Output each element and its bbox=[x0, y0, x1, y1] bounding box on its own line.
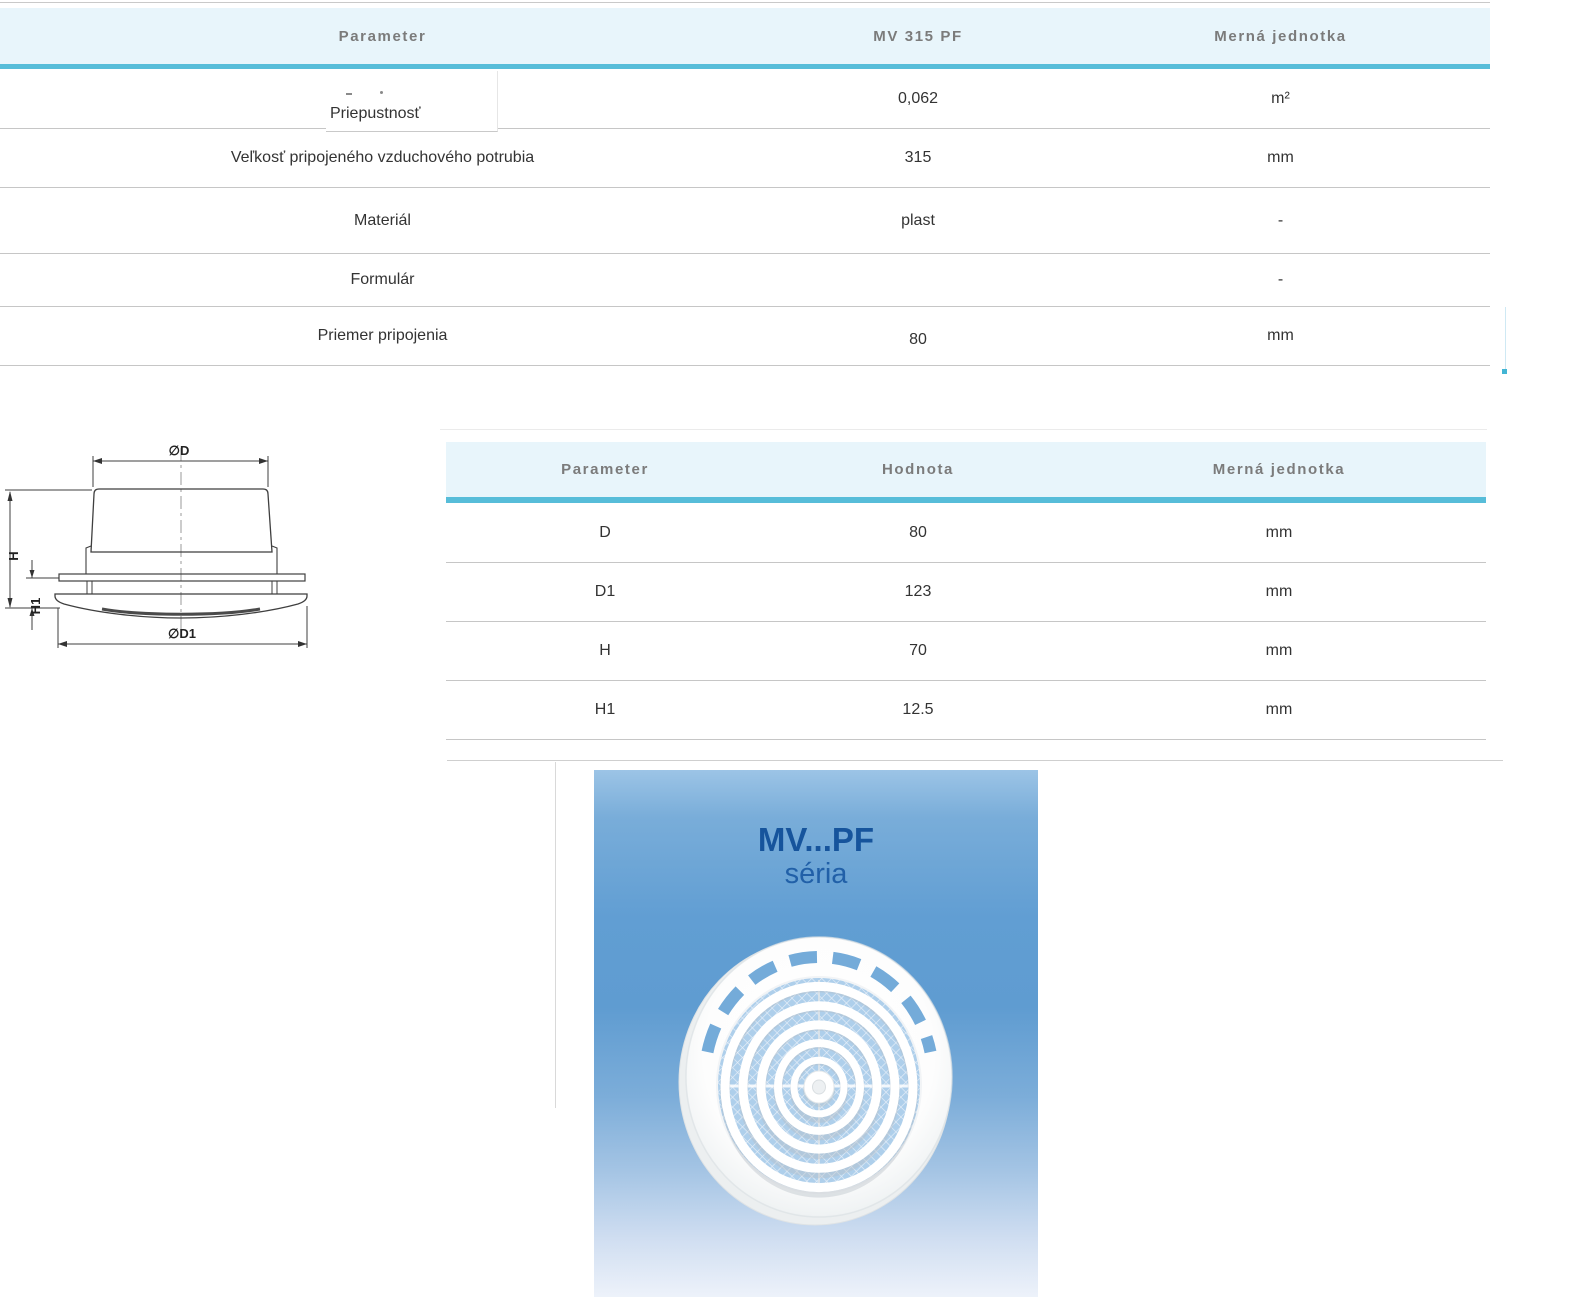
dim-arrow bbox=[30, 570, 35, 578]
spec-row-value: 315 bbox=[765, 149, 1071, 167]
dims-row-value: 12.5 bbox=[764, 701, 1072, 719]
spec-row-parameter: Formulár bbox=[0, 271, 765, 289]
table-row: H1 12.5 mm bbox=[446, 681, 1486, 740]
spec-row-value: plast bbox=[765, 212, 1071, 230]
drawing-collar bbox=[91, 489, 272, 552]
spec-row-parameter: Priemer pripojenia bbox=[0, 327, 765, 345]
dims-header-unit: Merná jednotka bbox=[1072, 461, 1486, 478]
clipped-text-fragment bbox=[346, 93, 352, 95]
dim-arrow bbox=[298, 641, 307, 647]
table-row: 0,062 m² bbox=[0, 69, 1490, 129]
dims-row-parameter: H bbox=[446, 642, 764, 660]
page-top-hairline bbox=[0, 2, 1490, 3]
table-row: D1 123 mm bbox=[446, 563, 1486, 622]
dims-row-parameter: H1 bbox=[446, 701, 764, 719]
dim-arrow bbox=[8, 598, 13, 608]
dim-arrow bbox=[259, 458, 268, 464]
dim-arrow bbox=[58, 641, 67, 647]
dim-label-h: H bbox=[6, 551, 21, 560]
image-left-rule bbox=[555, 762, 556, 1108]
spec-header-model: MV 315 PF bbox=[765, 28, 1071, 45]
table-row: Priemer pripojenia 80 mm bbox=[0, 307, 1490, 366]
spec-row-value: 0,062 bbox=[765, 90, 1071, 108]
spec-row-unit: mm bbox=[1071, 327, 1490, 345]
drawing-neck-lines bbox=[87, 581, 277, 594]
fan-hub-center bbox=[813, 1080, 826, 1094]
clipped-text-fragment bbox=[380, 91, 383, 94]
drawing-collar-tabs bbox=[86, 546, 277, 574]
tooltip: Priepustnosť bbox=[326, 71, 498, 132]
spec-header-unit: Merná jednotka bbox=[1071, 28, 1490, 45]
section-divider bbox=[447, 760, 1503, 761]
dim-label-d: ∅D bbox=[169, 443, 190, 458]
spec-row-parameter: Veľkosť pripojeného vzduchového potrubia bbox=[0, 149, 765, 167]
dimension-drawing: ∅D H H1 ∅D1 bbox=[2, 438, 322, 663]
dims-row-unit: mm bbox=[1072, 524, 1486, 542]
table-row: Formulár - bbox=[0, 254, 1490, 307]
dims-row-parameter: D bbox=[446, 524, 764, 542]
page: Parameter MV 315 PF Merná jednotka 0,062… bbox=[0, 0, 1586, 1308]
spec-table-header: Parameter MV 315 PF Merná jednotka bbox=[0, 8, 1490, 69]
table-row: D 80 mm bbox=[446, 503, 1486, 563]
spec-header-parameter: Parameter bbox=[0, 28, 765, 45]
table-row: Veľkosť pripojeného vzduchového potrubia… bbox=[0, 129, 1490, 188]
scroll-artifact-mark bbox=[1502, 369, 1507, 374]
spec-row-value: 80 bbox=[765, 331, 1071, 349]
product-series-subtitle: séria bbox=[594, 858, 1038, 891]
spec-row-unit: - bbox=[1071, 271, 1490, 289]
spec-row-unit: mm bbox=[1071, 149, 1490, 167]
dim-arrow bbox=[93, 458, 102, 464]
spec-row-unit: - bbox=[1071, 212, 1490, 230]
dims-row-parameter: D1 bbox=[446, 583, 764, 601]
dims-row-unit: mm bbox=[1072, 642, 1486, 660]
dims-row-value: 123 bbox=[764, 583, 1072, 601]
dims-table-header: Parameter Hodnota Merná jednotka bbox=[446, 442, 1486, 503]
tooltip-trigger-label[interactable]: Priepustnosť bbox=[330, 105, 421, 123]
table-row: H 70 mm bbox=[446, 622, 1486, 681]
drawing-flange bbox=[59, 574, 305, 581]
dims-table-top-rule bbox=[440, 429, 1487, 430]
spec-row-unit: m² bbox=[1071, 90, 1490, 108]
dims-row-unit: mm bbox=[1072, 701, 1486, 719]
dimensions-table: Parameter Hodnota Merná jednotka D 80 mm… bbox=[446, 442, 1486, 740]
product-series-title: MV...PF bbox=[594, 822, 1038, 858]
dims-row-value: 80 bbox=[764, 524, 1072, 542]
dim-arrow bbox=[8, 491, 13, 501]
spec-table: Parameter MV 315 PF Merná jednotka 0,062… bbox=[0, 8, 1490, 366]
dims-header-parameter: Parameter bbox=[446, 461, 764, 478]
table-row: Materiál plast - bbox=[0, 188, 1490, 254]
dims-row-unit: mm bbox=[1072, 583, 1486, 601]
scroll-artifact-line bbox=[1505, 307, 1506, 371]
dims-header-value: Hodnota bbox=[764, 461, 1072, 478]
dims-row-value: 70 bbox=[764, 642, 1072, 660]
dim-label-h1: H1 bbox=[28, 598, 43, 615]
spec-row-parameter: Materiál bbox=[0, 212, 765, 230]
product-image: MV...PF séria bbox=[594, 770, 1038, 1297]
dim-label-d1: ∅D1 bbox=[168, 626, 196, 641]
